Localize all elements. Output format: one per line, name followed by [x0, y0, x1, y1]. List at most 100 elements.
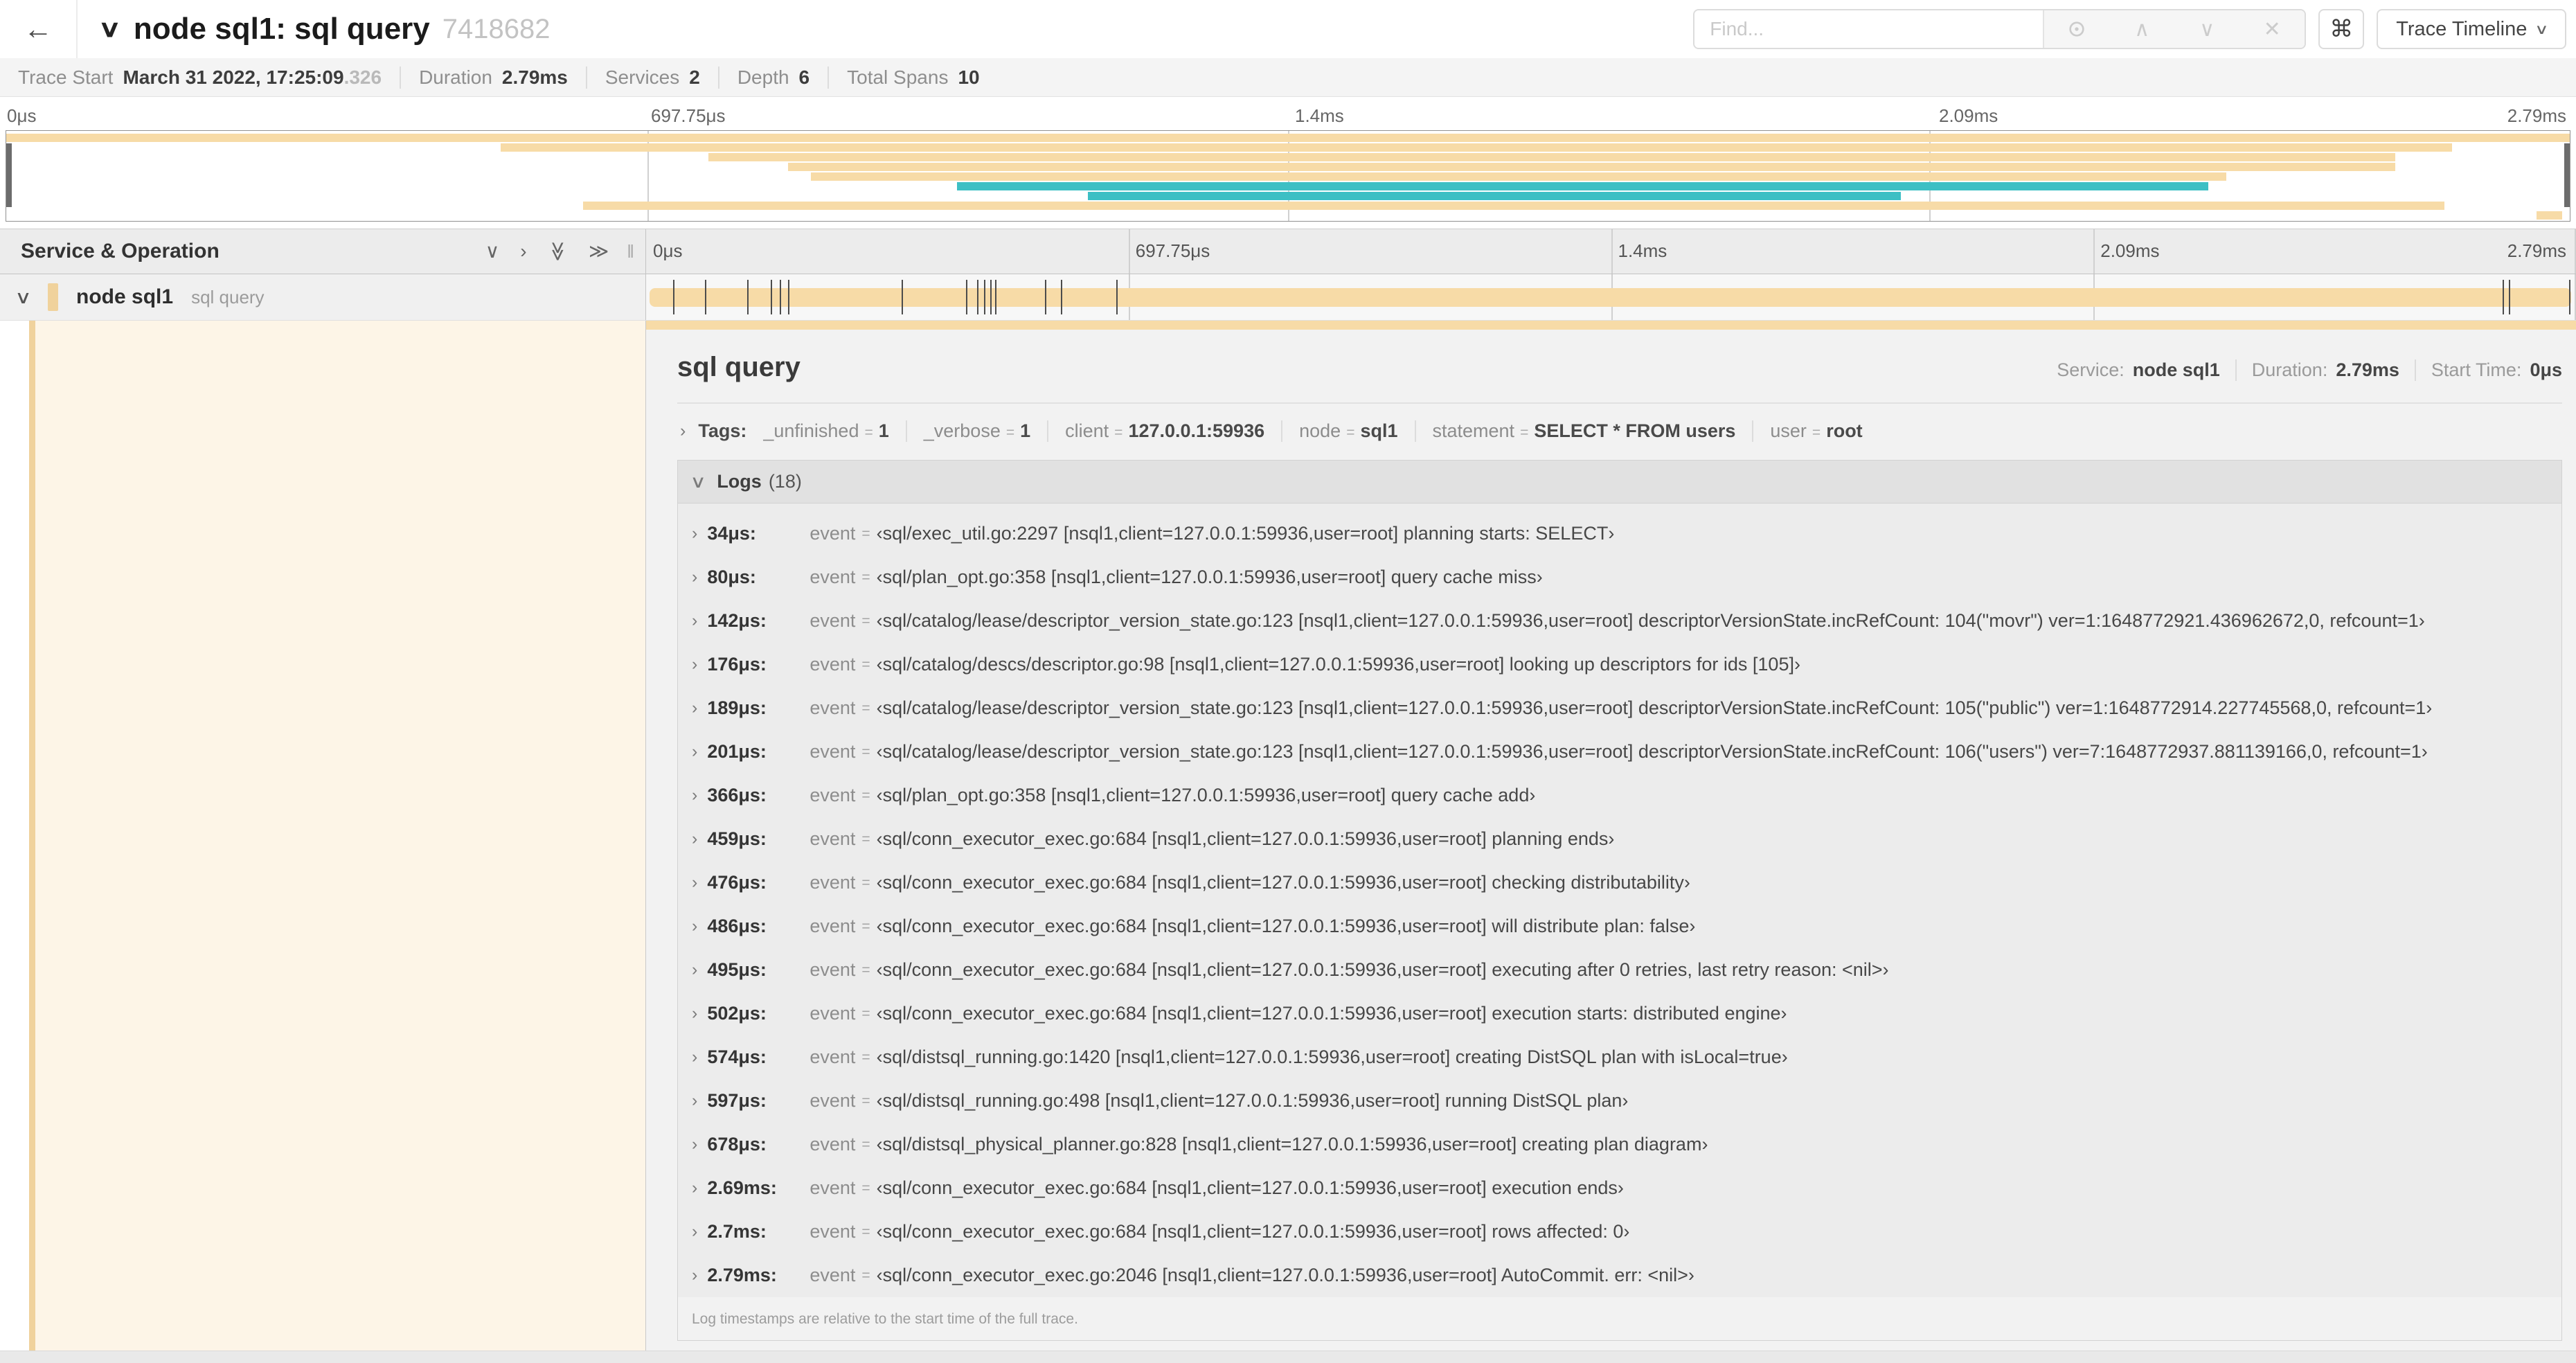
tags-label: Tags: [698, 420, 747, 441]
log-event-marker[interactable] [704, 280, 706, 314]
tag-item: statement = SELECT * FROM users [1414, 420, 1753, 442]
log-chevron-right-icon: › [692, 1004, 698, 1023]
log-field-name: event [810, 872, 856, 893]
tag-key: _verbose [923, 420, 1001, 441]
log-entry-row[interactable]: › 189μs: event = ‹sql/catalog/lease/desc… [678, 686, 2561, 730]
log-event-marker[interactable] [990, 280, 992, 314]
minimap-scrubber-left-handle[interactable] [6, 143, 12, 207]
expand-all-double-chevron-right-icon[interactable]: ≫ [589, 242, 609, 261]
log-entry-row[interactable]: › 2.79ms: event = ‹sql/conn_executor_exe… [678, 1254, 2561, 1297]
log-event-marker[interactable] [902, 280, 904, 314]
tags-accordion-toggle[interactable]: › Tags: _unfinished = 1 _verbose = 1 cli… [677, 420, 2562, 442]
log-event-marker[interactable] [672, 280, 674, 314]
log-entry-row[interactable]: › 574μs: event = ‹sql/distsql_running.go… [678, 1035, 2561, 1079]
span-meta-label: Start Time: [2431, 359, 2522, 380]
span-row-name-cell[interactable]: ∨ node sql1 sql query [0, 274, 646, 320]
span-row-node-sql1: ∨ node sql1 sql query [0, 274, 2576, 321]
log-event-marker[interactable] [995, 280, 997, 314]
minimap-scrubber-right-handle[interactable] [2564, 143, 2570, 207]
span-expander-chevron-down-icon[interactable]: ∨ [15, 287, 32, 308]
log-entry-row[interactable]: › 34μs: event = ‹sql/exec_util.go:2297 [… [678, 512, 2561, 555]
prev-result-chevron-up-icon[interactable]: ∧ [2109, 10, 2174, 48]
log-entry-row[interactable]: › 597μs: event = ‹sql/distsql_running.go… [678, 1079, 2561, 1123]
log-equals: = [861, 830, 870, 847]
log-chevron-right-icon: › [692, 524, 698, 543]
log-chevron-right-icon: › [692, 742, 698, 761]
find-input[interactable] [1694, 10, 2043, 48]
log-equals: = [861, 700, 870, 716]
service-operation-title: Service & Operation [21, 240, 220, 262]
logs-accordion-header[interactable]: ∨ Logs (18) [678, 461, 2561, 504]
back-button[interactable]: ← [0, 0, 78, 58]
log-entry-row[interactable]: › 476μs: event = ‹sql/conn_executor_exec… [678, 861, 2561, 905]
log-entry-row[interactable]: › 80μs: event = ‹sql/plan_opt.go:358 [ns… [678, 555, 2561, 599]
log-equals: = [861, 961, 870, 978]
column-resize-grip[interactable]: ‖ [627, 241, 636, 262]
log-entry-row[interactable]: › 502μs: event = ‹sql/conn_executor_exec… [678, 992, 2561, 1035]
tag-key: client [1065, 420, 1109, 441]
log-entry-row[interactable]: › 176μs: event = ‹sql/catalog/descs/desc… [678, 643, 2561, 686]
title-collapse-chevron-down-icon[interactable]: ∨ [98, 15, 122, 43]
span-meta-value: node sql1 [2132, 359, 2220, 380]
log-chevron-right-icon: › [692, 611, 698, 630]
log-entry-row[interactable]: › 2.69ms: event = ‹sql/conn_executor_exe… [678, 1166, 2561, 1210]
tag-item: user = root [1752, 420, 1879, 442]
expand-one-chevron-right-icon[interactable]: › [520, 242, 526, 261]
tag-value: sql1 [1360, 420, 1398, 441]
span-row-timeline-cell[interactable] [646, 274, 2576, 320]
log-chevron-right-icon: › [692, 873, 698, 892]
log-entry-row[interactable]: › 201μs: event = ‹sql/catalog/lease/desc… [678, 730, 2561, 774]
log-entry-row[interactable]: › 678μs: event = ‹sql/distsql_physical_p… [678, 1123, 2561, 1166]
span-duration-bar[interactable] [650, 288, 2571, 307]
log-entry-row[interactable]: › 486μs: event = ‹sql/conn_executor_exec… [678, 905, 2561, 948]
log-entry-row[interactable]: › 142μs: event = ‹sql/catalog/lease/desc… [678, 599, 2561, 643]
log-event-value: ‹sql/conn_executor_exec.go:684 [nsql1,cl… [876, 872, 1690, 893]
log-event-marker[interactable] [2502, 280, 2504, 314]
log-event-value: ‹sql/catalog/lease/descriptor_version_st… [876, 741, 2428, 762]
clear-search-close-icon[interactable]: ✕ [2239, 10, 2305, 48]
log-event-marker[interactable] [2509, 280, 2511, 314]
log-event-marker[interactable] [984, 280, 986, 314]
page-title: node sql1: sql query [133, 12, 430, 46]
bottom-scroll-strip[interactable] [0, 1351, 2576, 1363]
tag-item: node = sql1 [1281, 420, 1414, 442]
ruler-tick-label: 2.79ms [2507, 105, 2566, 126]
next-result-chevron-down-icon[interactable]: ∨ [2174, 10, 2239, 48]
log-entry-row[interactable]: › 2.7ms: event = ‹sql/conn_executor_exec… [678, 1210, 2561, 1254]
log-event-value: ‹sql/conn_executor_exec.go:684 [nsql1,cl… [876, 959, 1889, 980]
log-event-marker[interactable] [965, 280, 967, 314]
log-entry-row[interactable]: › 459μs: event = ‹sql/conn_executor_exec… [678, 817, 2561, 861]
trace-summary-item: Trace Start March 31 2022, 17:25:09 .326 [18, 66, 382, 89]
log-event-value: ‹sql/exec_util.go:2297 [nsql1,client=127… [876, 523, 1615, 544]
tag-key: node [1299, 420, 1341, 441]
tag-key: user [1770, 420, 1807, 441]
log-event-marker[interactable] [1060, 280, 1062, 314]
minimap-canvas[interactable] [6, 130, 2570, 222]
log-event-marker[interactable] [779, 280, 781, 314]
log-event-marker[interactable] [747, 280, 749, 314]
log-chevron-right-icon: › [692, 960, 698, 979]
log-field-name: event [810, 523, 856, 544]
minimap-span-bar [957, 182, 2208, 190]
view-selector-button[interactable]: Trace Timeline ∨ [2377, 9, 2566, 49]
log-event-marker[interactable] [977, 280, 979, 314]
collapse-one-chevron-down-icon[interactable]: ∨ [485, 242, 500, 261]
locate-icon[interactable] [2044, 10, 2109, 48]
log-event-marker[interactable] [1116, 280, 1118, 314]
keyboard-shortcuts-button[interactable]: ⌘ [2318, 9, 2365, 49]
log-event-marker[interactable] [787, 280, 789, 314]
log-field-name: event [810, 1090, 856, 1111]
log-entry-row[interactable]: › 366μs: event = ‹sql/plan_opt.go:358 [n… [678, 774, 2561, 817]
timeline-grid-line [1128, 229, 1130, 274]
collapse-all-double-chevron-down-icon[interactable]: ≫ [547, 241, 569, 261]
log-event-marker[interactable] [1044, 280, 1046, 314]
ruler-tick-label: 697.75μs [651, 105, 726, 126]
log-event-marker[interactable] [2569, 280, 2571, 314]
log-event-marker[interactable] [771, 280, 773, 314]
log-field-name: event [810, 567, 856, 587]
minimap-span-bar [1088, 192, 1901, 200]
ruler-tick-label: 2.79ms [2507, 240, 2566, 261]
span-operation-name: sql query [191, 286, 265, 308]
log-entry-row[interactable]: › 495μs: event = ‹sql/conn_executor_exec… [678, 948, 2561, 992]
trace-summary-value-suffix: .326 [343, 66, 382, 88]
